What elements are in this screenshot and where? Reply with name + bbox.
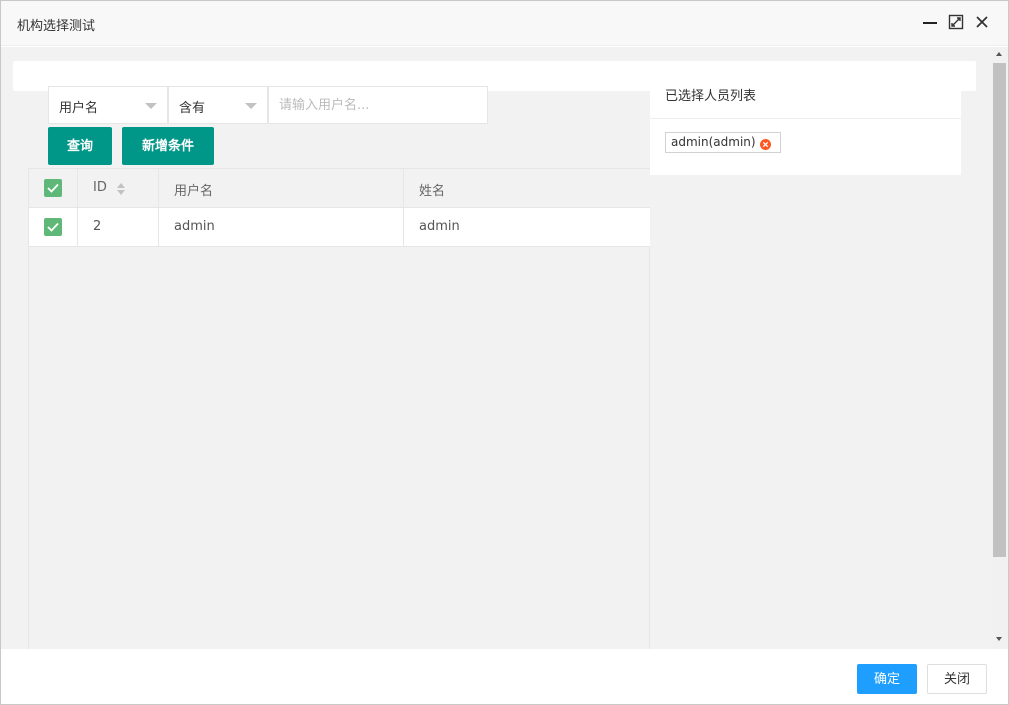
scrollbar-thumb[interactable] [993, 63, 1006, 557]
remove-tag-icon[interactable] [759, 137, 771, 150]
sort-icon[interactable] [116, 182, 126, 196]
search-input[interactable] [268, 86, 488, 124]
selected-panel-title: 已选择人员列表 [665, 89, 757, 104]
selected-user-tag-label: admin(admin) [671, 135, 756, 149]
row-checkbox-cell [29, 208, 78, 246]
query-button[interactable]: 查询 [48, 127, 112, 165]
column-header-label: ID [93, 180, 107, 195]
vertical-scrollbar[interactable] [991, 47, 1008, 649]
table-header: ID 用户名 姓名 [29, 168, 650, 208]
confirm-button[interactable]: 确定 [857, 664, 917, 694]
user-table: ID 用户名 姓名 2 admin admin [28, 168, 650, 649]
close-button[interactable]: 关闭 [927, 664, 987, 694]
cell-username-value: admin [174, 219, 215, 234]
cell-name-value: admin [419, 219, 460, 234]
dialog-footer: 确定 关闭 [1, 649, 1008, 704]
column-header-label: 用户名 [174, 184, 214, 199]
scroll-up-arrow-icon[interactable] [996, 52, 1002, 56]
dialog-content: 用户名 含有 查询 新增条件 ID [1, 47, 1008, 649]
selected-user-tag: admin(admin) [665, 132, 781, 153]
chevron-down-icon [145, 103, 157, 109]
dialog-title: 机构选择测试 [17, 19, 96, 34]
add-condition-button[interactable]: 新增条件 [122, 127, 214, 165]
column-header-username[interactable]: 用户名 [159, 169, 404, 207]
cell-name: admin [404, 208, 650, 246]
column-header-name[interactable]: 姓名 [404, 169, 650, 207]
row-checkbox[interactable] [44, 218, 62, 236]
selected-users-panel: 已选择人员列表 admin(admin) [650, 89, 961, 175]
chevron-down-icon [245, 103, 257, 109]
field-select[interactable]: 用户名 [48, 86, 168, 124]
select-all-checkbox[interactable] [44, 179, 62, 197]
column-header-id[interactable]: ID [78, 169, 159, 207]
operator-select[interactable]: 含有 [168, 86, 268, 124]
close-icon[interactable] [973, 13, 991, 31]
operator-select-value: 含有 [179, 101, 206, 116]
cell-username: admin [159, 208, 404, 246]
column-header-label: 姓名 [419, 184, 446, 199]
minimize-icon[interactable] [921, 13, 939, 31]
table-row[interactable]: 2 admin admin [29, 208, 650, 247]
field-select-value: 用户名 [59, 101, 99, 116]
scroll-down-arrow-icon[interactable] [996, 637, 1002, 641]
divider [650, 118, 961, 119]
cell-id-value: 2 [93, 219, 102, 234]
cell-id: 2 [78, 208, 159, 246]
header-checkbox-cell [29, 169, 78, 207]
dialog-window: 机构选择测试 用户名 含有 查询 新增条件 [0, 0, 1009, 705]
dialog-titlebar: 机构选择测试 [1, 1, 1008, 46]
maximize-icon[interactable] [947, 13, 965, 31]
